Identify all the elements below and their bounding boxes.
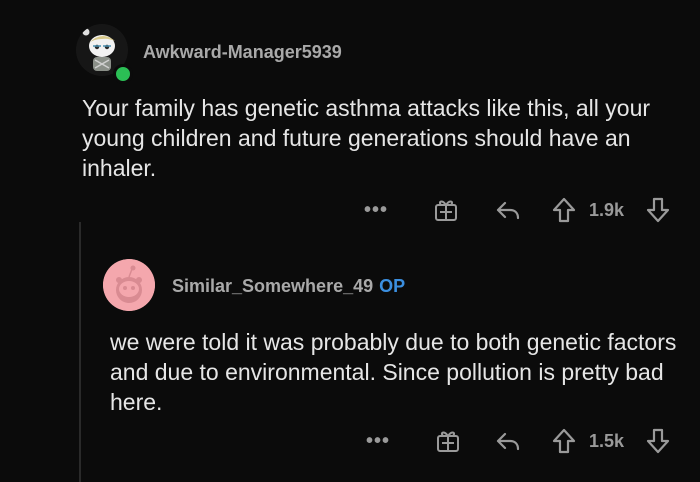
downvote-icon	[646, 428, 670, 454]
online-status-indicator	[113, 64, 133, 84]
upvote-button[interactable]	[551, 194, 577, 226]
reply-icon	[496, 201, 520, 220]
avatar[interactable]	[103, 259, 155, 311]
downvote-button[interactable]	[645, 194, 671, 226]
award-button[interactable]	[432, 194, 460, 226]
vote-count: 1.5k	[589, 430, 625, 451]
op-badge: OP	[379, 276, 406, 296]
gift-award-icon	[435, 200, 457, 221]
reply-icon	[496, 432, 520, 451]
upvote-button[interactable]	[551, 425, 577, 457]
username-row: Similar_Somewhere_49 OP	[172, 276, 405, 297]
more-options-button[interactable]: •••	[366, 425, 390, 457]
upvote-icon	[552, 197, 576, 223]
downvote-button[interactable]	[645, 425, 671, 457]
username[interactable]: Similar_Somewhere_49	[172, 276, 373, 296]
comment: Awkward-Manager5939 Your family has gene…	[0, 0, 700, 240]
comment-body: we were told it was probably due to both…	[110, 329, 677, 415]
upvote-icon	[552, 428, 576, 454]
vote-count: 1.9k	[589, 199, 625, 220]
gift-award-icon	[437, 431, 459, 452]
downvote-icon	[646, 197, 670, 223]
more-options-button[interactable]: •••	[364, 194, 388, 226]
username[interactable]: Awkward-Manager5939	[143, 42, 342, 63]
snoo-avatar-icon	[103, 259, 155, 311]
reply-button[interactable]	[494, 194, 522, 226]
reply-button[interactable]	[494, 425, 522, 457]
award-button[interactable]	[434, 425, 462, 457]
comment-body: Your family has genetic asthma attacks l…	[82, 95, 651, 181]
